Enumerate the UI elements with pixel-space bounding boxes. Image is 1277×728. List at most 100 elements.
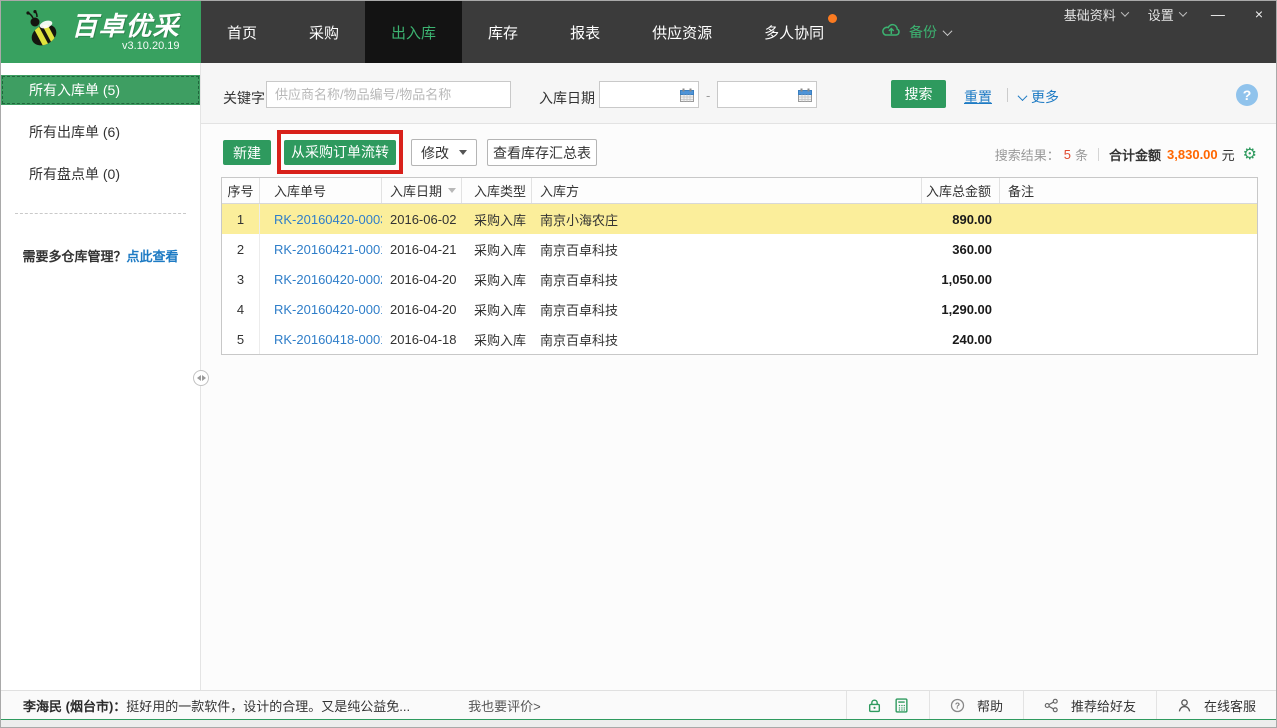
keyword-input[interactable] (266, 81, 511, 108)
table-row[interactable]: 5RK-20160418-00012016-04-18采购入库南京百卓科技240… (222, 324, 1257, 354)
help-label: 帮助 (977, 696, 1003, 715)
sidebar-collapse-handle[interactable] (193, 370, 209, 386)
transfer-from-po-button[interactable]: 从采购订单流转 (284, 140, 396, 165)
results-prefix: 搜索结果： (995, 145, 1060, 164)
table-row[interactable]: 2RK-20160421-00012016-04-21采购入库南京百卓科技360… (222, 234, 1257, 264)
doc-number-link[interactable]: RK-20160420-0003 (274, 212, 382, 227)
new-button[interactable]: 新建 (223, 140, 271, 165)
inbound-date-cell: 2016-04-20 (382, 294, 462, 324)
column-header-label: 备注 (1008, 181, 1034, 200)
calculator-icon[interactable] (894, 698, 909, 713)
write-review-link[interactable]: 我也要评价> (468, 696, 541, 715)
top-bar: 百卓优采 v3.10.20.19 首页采购出入库库存报表供应资源多人协同 备份 … (1, 1, 1276, 63)
calendar-icon[interactable] (798, 88, 812, 105)
backup-button[interactable]: 备份 (881, 1, 951, 63)
app-logo[interactable]: 百卓优采 v3.10.20.19 (1, 1, 201, 63)
column-header-label: 序号 (227, 181, 253, 200)
total-amount-cell: 1,290.00 (922, 294, 1000, 324)
nav-tab-label: 采购 (309, 22, 339, 43)
sidebar-divider (15, 213, 186, 214)
doc-number-cell: RK-20160418-0001 (260, 324, 382, 354)
nav-tab-inventory-io[interactable]: 出入库 (365, 1, 462, 63)
annotation-highlight-box: 从采购订单流转 (277, 130, 403, 174)
nav-tab-label: 出入库 (391, 22, 436, 43)
share-icon (1044, 698, 1059, 713)
recommend-button[interactable]: 推荐给好友 (1023, 691, 1156, 719)
status-actions: ? 帮助 推荐给好友 在线客服 (846, 691, 1276, 719)
gear-icon[interactable]: ⚙ (1243, 147, 1257, 163)
table-row[interactable]: 1RK-20160420-00032016-06-02采购入库南京小海农庄890… (222, 204, 1257, 234)
modify-dropdown-button[interactable]: 修改 (411, 139, 477, 166)
quick-tools-group (846, 691, 929, 719)
doc-number-link[interactable]: RK-20160420-0001 (274, 302, 382, 317)
row-index: 5 (222, 324, 260, 354)
menu-settings-label: 设置 (1148, 5, 1174, 24)
calendar-icon[interactable] (680, 88, 694, 105)
sidebar-item-inbound-orders[interactable]: 所有入库单 (5) (1, 75, 200, 105)
collapse-left-icon (197, 375, 201, 381)
app-window: 百卓优采 v3.10.20.19 首页采购出入库库存报表供应资源多人协同 备份 … (0, 0, 1277, 728)
doc-number-link[interactable]: RK-20160421-0001 (274, 242, 382, 257)
close-button[interactable]: × (1250, 6, 1268, 22)
nav-tab-reports[interactable]: 报表 (544, 1, 626, 63)
bee-logo-icon (22, 10, 64, 55)
reset-link[interactable]: 重置 (964, 87, 992, 107)
sidebar-item-label: 所有入库单 (5) (29, 80, 120, 100)
help-button[interactable]: ? 帮助 (929, 691, 1023, 719)
backup-label: 备份 (909, 22, 937, 42)
row-index: 2 (222, 234, 260, 264)
doc-number-cell: RK-20160421-0001 (260, 234, 382, 264)
online-support-button[interactable]: 在线客服 (1156, 691, 1276, 719)
nav-tab-home[interactable]: 首页 (201, 1, 283, 63)
reviewer-name: 李海民 (烟台市)： (23, 699, 126, 714)
menu-basic-data[interactable]: 基础资料 (1064, 5, 1128, 24)
app-name: 百卓优采 (71, 13, 179, 39)
row-index: 4 (222, 294, 260, 324)
cloud-upload-icon (881, 22, 902, 42)
column-header-label: 入库日期 (390, 181, 442, 200)
nav-tab-purchase[interactable]: 采购 (283, 1, 365, 63)
minimize-button[interactable]: — (1206, 6, 1230, 22)
sidebar-item-stocktake-orders[interactable]: 所有盘点单 (0) (1, 159, 200, 189)
inbound-type-cell: 采购入库 (462, 294, 532, 324)
view-stock-summary-button[interactable]: 查看库存汇总表 (487, 139, 597, 166)
doc-number-link[interactable]: RK-20160418-0001 (274, 332, 382, 347)
inbound-orders-table: 序号入库单号入库日期入库类型入库方入库总金额备注 1RK-20160420-00… (221, 177, 1258, 355)
column-header-label: 入库单号 (274, 181, 326, 200)
remark-cell (1000, 264, 1257, 294)
nav-tab-label: 报表 (570, 22, 600, 43)
table-row[interactable]: 3RK-20160420-00022016-04-20采购入库南京百卓科技1,0… (222, 264, 1257, 294)
sort-desc-icon[interactable] (448, 188, 456, 193)
total-amount: 3,830.00 (1167, 147, 1218, 162)
remark-cell (1000, 294, 1257, 324)
nav-tab-label: 供应资源 (652, 22, 712, 43)
recommend-label: 推荐给好友 (1071, 696, 1136, 715)
nav-tab-stock[interactable]: 库存 (462, 1, 544, 63)
nav-tab-supply-resources[interactable]: 供应资源 (626, 1, 738, 63)
date-range-separator: - (706, 88, 710, 103)
inbound-date-cell: 2016-04-18 (382, 324, 462, 354)
keyword-label: 关键字 (223, 88, 265, 108)
nav-tab-collaboration[interactable]: 多人协同 (738, 1, 850, 63)
column-header[interactable]: 入库日期 (382, 178, 462, 203)
menu-settings[interactable]: 设置 (1148, 5, 1186, 24)
chevron-down-icon (1018, 91, 1028, 101)
promo-link[interactable]: 点此查看 (127, 249, 179, 264)
help-icon[interactable]: ? (1236, 84, 1258, 106)
search-button[interactable]: 搜索 (891, 80, 946, 108)
lock-icon[interactable] (867, 698, 882, 713)
nav-tab-label: 多人协同 (764, 22, 824, 43)
more-link[interactable]: 更多 (1019, 87, 1059, 107)
link-separator (1007, 88, 1008, 102)
review-text: 挺好用的一款软件，设计的合理。又是纯公益免... (126, 699, 410, 714)
status-bar: 李海民 (烟台市)：挺好用的一款软件，设计的合理。又是纯公益免... 我也要评价… (1, 690, 1276, 720)
column-header: 入库单号 (260, 178, 382, 203)
support-label: 在线客服 (1204, 696, 1256, 715)
total-label: 合计金额 (1109, 145, 1161, 164)
inbound-party-cell: 南京小海农庄 (532, 204, 922, 234)
table-row[interactable]: 4RK-20160420-00012016-04-20采购入库南京百卓科技1,2… (222, 294, 1257, 324)
inbound-date-cell: 2016-04-21 (382, 234, 462, 264)
doc-number-link[interactable]: RK-20160420-0002 (274, 272, 382, 287)
sidebar-item-outbound-orders[interactable]: 所有出库单 (6) (1, 117, 200, 147)
inbound-party-cell: 南京百卓科技 (532, 324, 922, 354)
